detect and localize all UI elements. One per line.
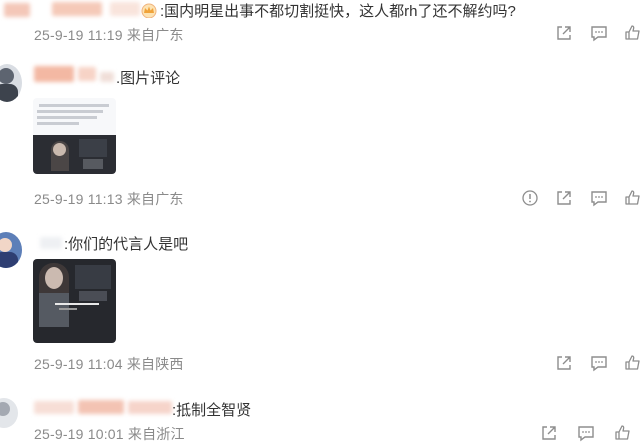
comment-meta: 25-9-19 11:04 来自陕西 <box>34 356 184 372</box>
avatar[interactable] <box>0 64 22 102</box>
comment-image[interactable] <box>33 259 116 343</box>
share-icon[interactable] <box>555 354 573 372</box>
share-icon[interactable] <box>540 424 558 442</box>
comment-icon[interactable] <box>577 424 595 442</box>
comment-text: .图片评论 <box>116 70 181 87</box>
comment-icon[interactable] <box>590 24 608 42</box>
username-blurred <box>40 237 62 249</box>
crown-icon <box>140 2 158 19</box>
username-blurred <box>34 401 74 414</box>
username-blurred <box>52 2 102 16</box>
username-blurred <box>78 67 96 81</box>
username-blurred <box>100 72 114 82</box>
comment-text: :国内明星出事不都切割挺快，这人都rh了还不解约吗? <box>160 3 516 20</box>
like-icon[interactable] <box>624 24 640 42</box>
comment-text: :你们的代言人是吧 <box>64 236 189 253</box>
like-icon[interactable] <box>614 424 632 442</box>
comment-image[interactable] <box>33 98 116 174</box>
username-blurred <box>34 66 74 82</box>
comment-meta: 25-9-19 10:01 来自浙江 <box>34 426 185 442</box>
username-blurred <box>4 3 30 17</box>
username-blurred <box>110 2 140 16</box>
avatar[interactable] <box>0 232 22 268</box>
like-icon[interactable] <box>624 189 640 207</box>
share-icon[interactable] <box>555 189 573 207</box>
username-blurred <box>128 401 172 414</box>
share-icon[interactable] <box>555 24 573 42</box>
like-icon[interactable] <box>624 354 640 372</box>
comment-text: :抵制全智贤 <box>172 402 252 419</box>
comment-icon[interactable] <box>590 354 608 372</box>
comment-meta: 25-9-19 11:19 来自广东 <box>34 27 184 43</box>
comment-meta: 25-9-19 11:13 来自广东 <box>34 191 184 207</box>
avatar[interactable] <box>0 398 18 428</box>
username-blurred <box>78 400 124 414</box>
report-icon[interactable] <box>521 189 539 207</box>
comment-icon[interactable] <box>590 189 608 207</box>
